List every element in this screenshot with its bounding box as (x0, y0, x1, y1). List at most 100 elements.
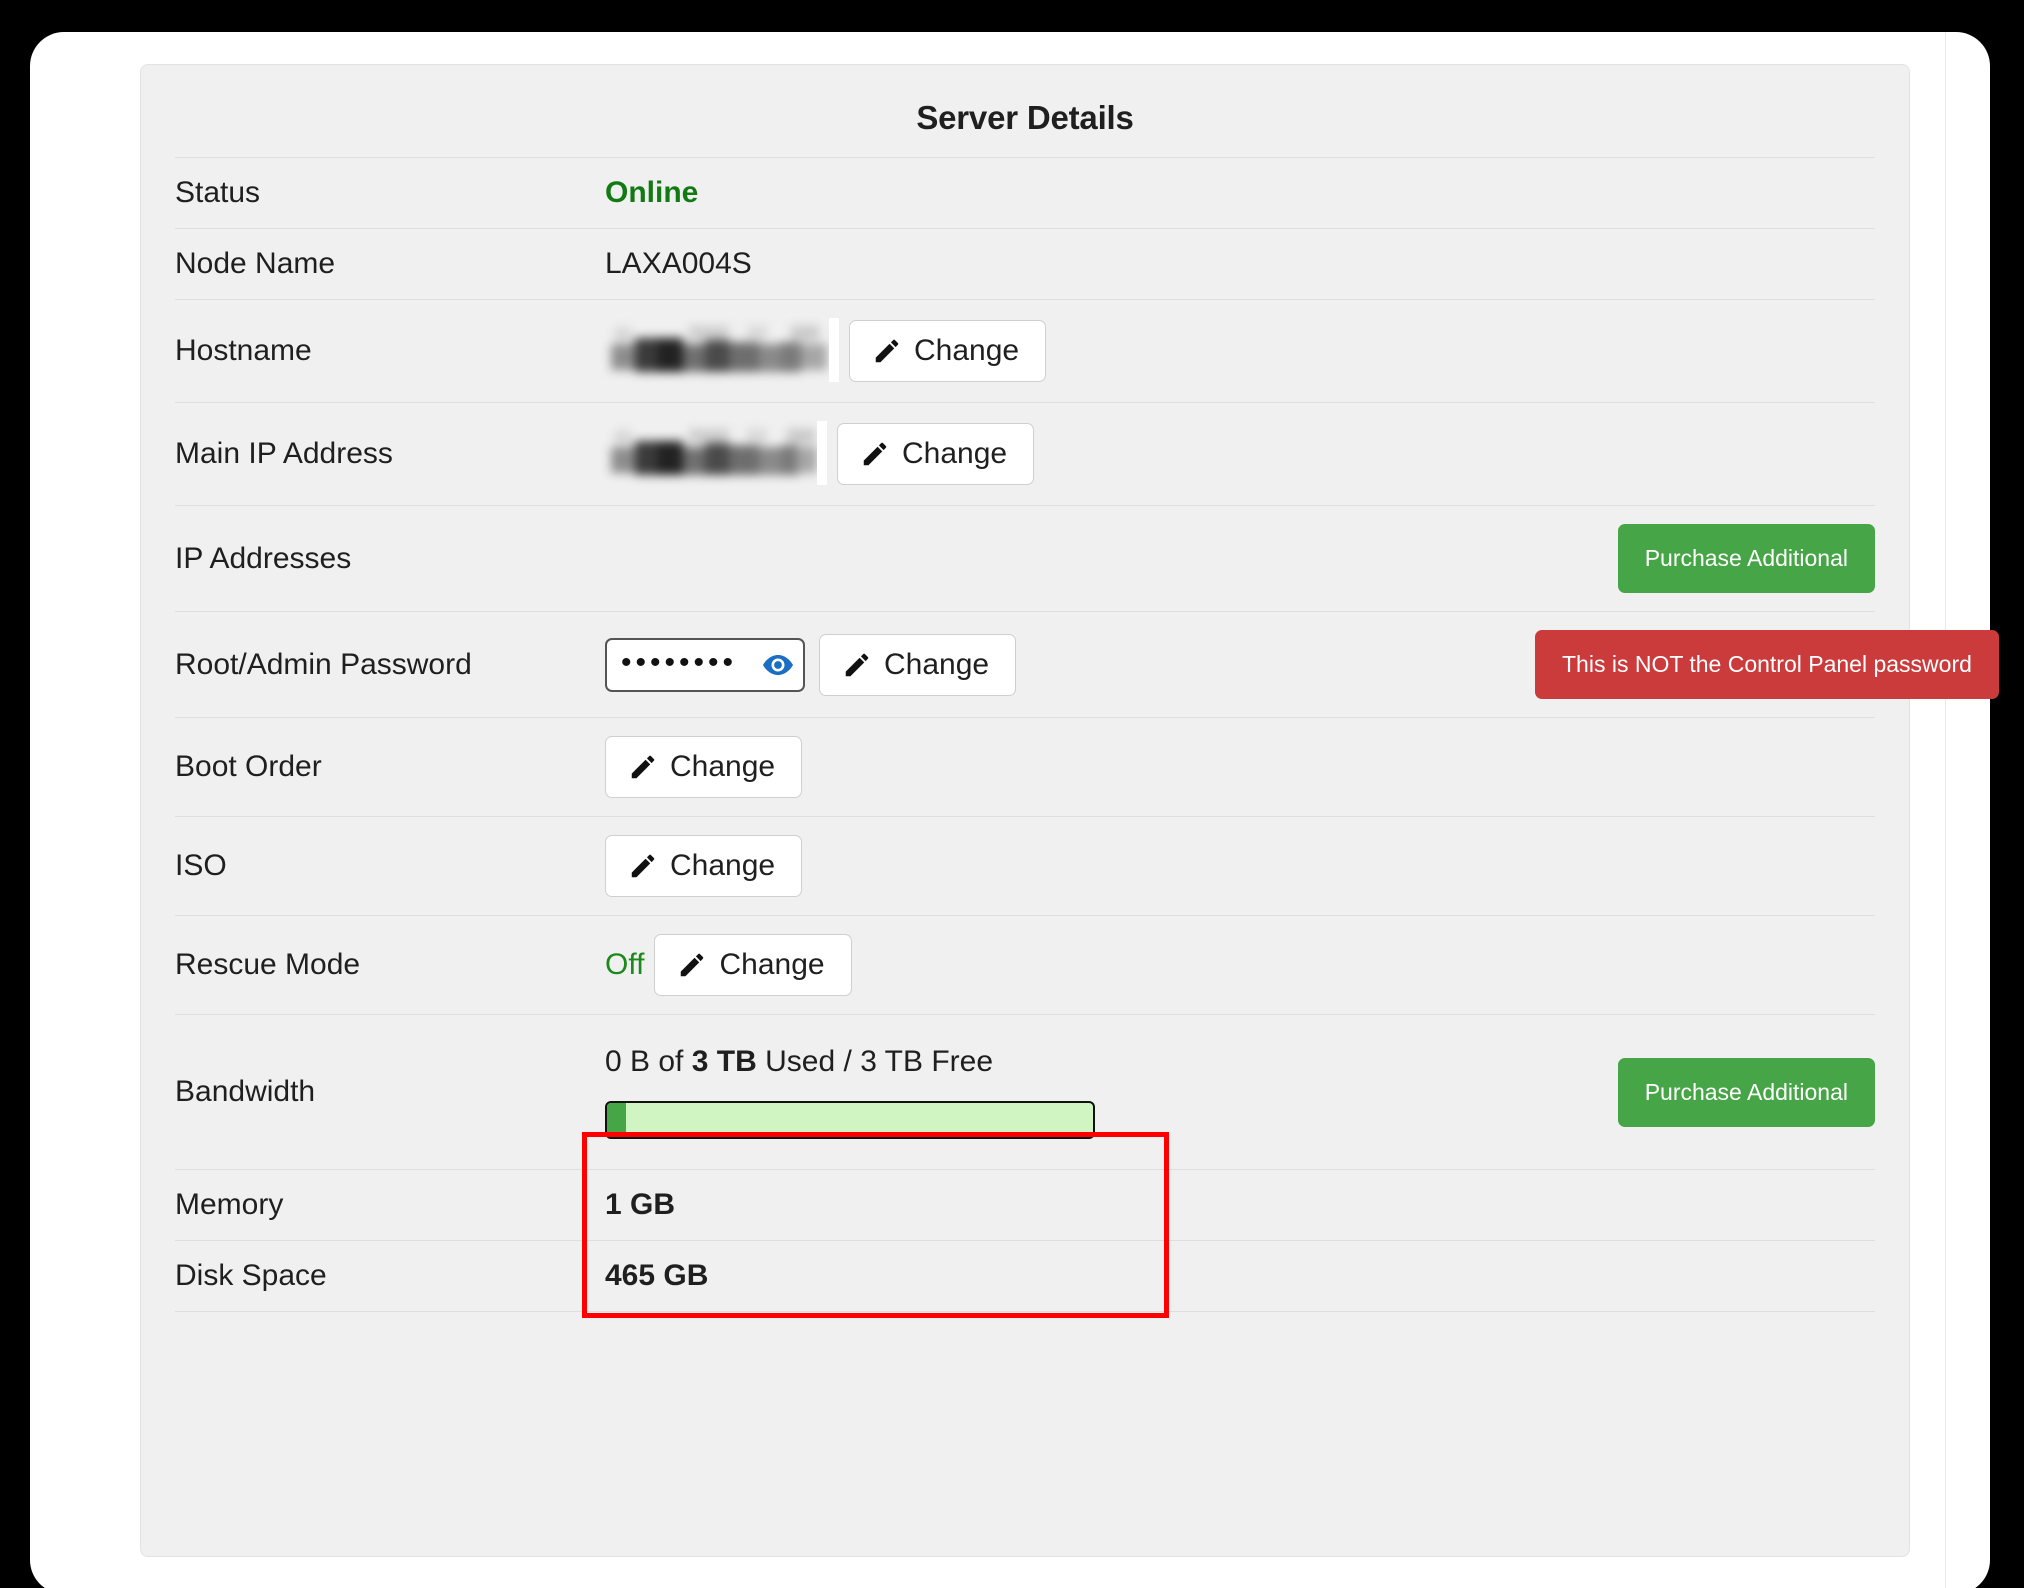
server-details-table: Status Online Node Name LAXA004S Hostnam… (175, 157, 1999, 1312)
main-ip-value-group: Change (605, 421, 1535, 487)
row-action-cell (1535, 915, 1875, 1015)
rescue-mode-value-group: Off Change (605, 934, 1535, 996)
table-row-rescue-mode: Rescue Mode Off Change (175, 915, 1875, 1015)
purchase-additional-ip-button[interactable]: Purchase Additional (1617, 524, 1875, 593)
table-row-iso: ISO Change (175, 816, 1875, 916)
row-label-cell: Rescue Mode (175, 915, 605, 1015)
row-label-cell: Main IP Address (175, 402, 605, 506)
redaction-field-edge (829, 318, 839, 382)
row-label-cell: Hostname (175, 299, 605, 403)
purchase-additional-ip-label: Purchase Additional (1644, 545, 1848, 571)
row-action-cell: Purchase Additional (1535, 1014, 1875, 1170)
row-label-cell: Bandwidth (175, 1014, 605, 1170)
table-row-memory: Memory 1 GB (175, 1169, 1875, 1241)
redaction-blur (605, 429, 817, 477)
root-password-masked-value: •••••••• (621, 645, 738, 679)
label-boot-order: Boot Order (175, 750, 322, 783)
change-root-password-button[interactable]: Change (819, 633, 1017, 696)
row-value-cell: Online (605, 157, 1535, 229)
row-value-cell (605, 505, 1535, 612)
screenshot-root: Server Details Status Online Node Name L… (0, 0, 2024, 1588)
row-label-cell: Disk Space (175, 1240, 605, 1312)
pencil-icon (845, 653, 869, 676)
root-password-value-group: •••••••• Change (605, 633, 1535, 696)
bandwidth-free: 3 TB Free (860, 1045, 994, 1078)
label-status: Status (175, 176, 261, 209)
row-action-cell (1535, 717, 1875, 817)
table-row-root-password: Root/Admin Password •••••••• Change This… (175, 611, 1999, 718)
row-value-cell: Change (605, 402, 1535, 506)
bandwidth-usage-cell: 0 B of 3 TB Used / 3 TB Free (605, 1014, 1535, 1170)
label-hostname: Hostname (175, 334, 312, 367)
bandwidth-usage-text: 0 B of 3 TB Used / 3 TB Free (605, 1045, 1535, 1079)
bandwidth-of-word: of (658, 1045, 684, 1078)
status-badge: Online (605, 176, 699, 209)
change-iso-button[interactable]: Change (605, 835, 803, 897)
control-panel-password-warning[interactable]: This is NOT the Control Panel password (1535, 630, 1999, 699)
row-action-cell (1535, 1240, 1875, 1312)
change-rescue-mode-button[interactable]: Change (654, 934, 852, 996)
label-main-ip-address: Main IP Address (175, 437, 393, 470)
eye-icon[interactable] (763, 654, 793, 676)
bandwidth-used-word: Used (765, 1045, 836, 1078)
table-row-node-name: Node Name LAXA004S (175, 228, 1875, 300)
row-label-cell: Status (175, 157, 605, 229)
table-row-main-ip: Main IP Address Change (175, 402, 1875, 506)
row-label-cell: Root/Admin Password (175, 611, 605, 718)
label-rescue-mode: Rescue Mode (175, 948, 361, 981)
change-iso-label: Change (670, 849, 776, 882)
change-rescue-mode-label: Change (719, 948, 825, 981)
label-memory: Memory (175, 1188, 284, 1221)
label-root-admin-password: Root/Admin Password (175, 647, 472, 681)
row-action-cell (1535, 299, 1875, 403)
pencil-icon (681, 953, 704, 977)
row-value-cell: Change (605, 299, 1535, 403)
purchase-additional-bandwidth-button[interactable]: Purchase Additional (1617, 1057, 1875, 1127)
node-name-value: LAXA004S (605, 247, 752, 280)
label-ip-addresses: IP Addresses (175, 541, 352, 575)
row-value-cell: Change (605, 816, 1535, 916)
row-value-cell: 465 GB (605, 1240, 1535, 1312)
row-action-cell (1535, 402, 1875, 506)
row-action-cell: Purchase Additional (1535, 505, 1875, 612)
label-disk-space: Disk Space (175, 1259, 327, 1292)
label-iso: ISO (175, 849, 227, 882)
bandwidth-separator: / (843, 1045, 852, 1078)
row-action-cell (1535, 1169, 1875, 1241)
row-label-cell: Memory (175, 1169, 605, 1241)
table-row-disk-space: Disk Space 465 GB (175, 1240, 1875, 1312)
pencil-icon (631, 854, 655, 878)
change-main-ip-button[interactable]: Change (837, 423, 1035, 485)
bandwidth-total: 3 TB (691, 1045, 757, 1078)
redaction-field-edge (817, 421, 827, 485)
row-value-cell: 1 GB (605, 1169, 1535, 1241)
change-hostname-button[interactable]: Change (849, 320, 1047, 382)
row-action-cell: This is NOT the Control Panel password (1535, 611, 1999, 718)
row-value-cell: LAXA004S (605, 228, 1535, 300)
bandwidth-progress-bar (605, 1101, 1095, 1139)
row-label-cell: ISO (175, 816, 605, 916)
change-boot-order-button[interactable]: Change (605, 736, 803, 798)
change-boot-order-label: Change (670, 750, 776, 783)
row-value-cell: Off Change (605, 915, 1535, 1015)
redaction-blur (605, 326, 829, 374)
row-label-cell: IP Addresses (175, 505, 605, 612)
pencil-icon (631, 755, 655, 779)
row-label-cell: Node Name (175, 228, 605, 300)
purchase-additional-bandwidth-label: Purchase Additional (1644, 1078, 1848, 1105)
row-label-cell: Boot Order (175, 717, 605, 817)
row-value-cell: •••••••• Change (605, 611, 1535, 718)
table-row-ip-addresses: IP Addresses Purchase Additional (175, 505, 1875, 612)
table-row-bandwidth: Bandwidth 0 B of 3 TB Used / 3 TB Free P… (175, 1014, 1875, 1170)
pencil-icon (863, 442, 887, 466)
change-main-ip-label: Change (902, 437, 1008, 470)
row-value-cell: Change (605, 717, 1535, 817)
change-hostname-label: Change (914, 334, 1020, 367)
disk-space-value: 465 GB (605, 1259, 709, 1292)
pencil-icon (875, 339, 899, 363)
memory-value: 1 GB (605, 1188, 676, 1221)
window-edge-divider (1945, 32, 1946, 1588)
bandwidth-progress-fill (607, 1103, 627, 1137)
main-ip-redacted-value (605, 421, 827, 487)
root-password-field[interactable]: •••••••• (605, 637, 805, 692)
